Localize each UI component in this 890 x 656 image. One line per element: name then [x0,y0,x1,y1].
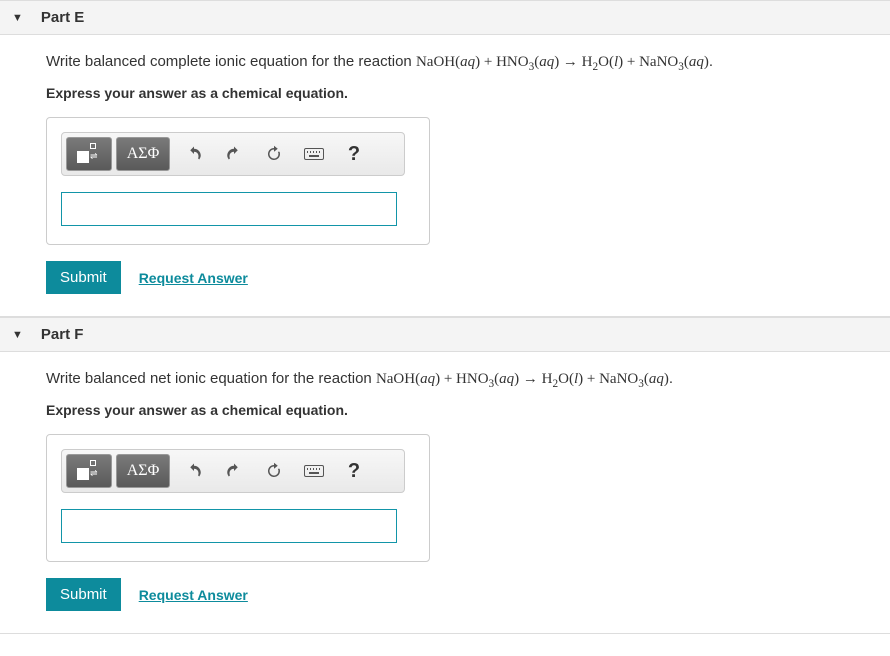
prompt-suffix: . [669,370,673,387]
part-e-title: Part E [41,9,84,26]
answer-input[interactable] [61,192,397,226]
prompt-suffix: . [709,53,713,70]
part-f: ▼ Part F Write balanced net ionic equati… [0,317,890,634]
keyboard-icon [304,148,324,160]
part-f-title: Part F [41,326,84,343]
templates-button[interactable]: ⇌ [66,137,112,171]
request-answer-link[interactable]: Request Answer [139,587,248,603]
reaction-equation: NaOH(aq) + HNO3(aq) → H2O(l) + NaNO3(aq) [376,371,669,387]
reset-icon [265,462,283,480]
request-answer-link[interactable]: Request Answer [139,270,248,286]
submit-button[interactable]: Submit [46,578,121,611]
undo-icon [185,462,203,480]
keyboard-button[interactable] [294,137,334,171]
redo-button[interactable] [214,137,254,171]
caret-down-icon: ▼ [12,329,23,341]
formula-toolbar: ⇌ ΑΣΦ ? [61,449,405,493]
part-e-prompt: Write balanced complete ionic equation f… [46,53,844,73]
part-f-body: Write balanced net ionic equation for th… [0,352,890,633]
part-f-actions: Submit Request Answer [46,578,844,611]
prompt-prefix: Write balanced net ionic equation for th… [46,370,376,387]
reaction-equation: NaOH(aq) + HNO3(aq) → H2O(l) + NaNO3(aq) [416,54,709,70]
template-icon: ⇌ [77,462,101,480]
part-e-actions: Submit Request Answer [46,261,844,294]
keyboard-button[interactable] [294,454,334,488]
reset-button[interactable] [254,137,294,171]
undo-button[interactable] [174,454,214,488]
prompt-prefix: Write balanced complete ionic equation f… [46,53,416,70]
part-e: ▼ Part E Write balanced complete ionic e… [0,0,890,317]
reset-icon [265,145,283,163]
greek-symbols-button[interactable]: ΑΣΦ [116,454,170,488]
part-e-instruction: Express your answer as a chemical equati… [46,85,844,101]
part-e-header[interactable]: ▼ Part E [0,0,890,35]
part-f-instruction: Express your answer as a chemical equati… [46,402,844,418]
caret-down-icon: ▼ [12,12,23,24]
redo-icon [225,145,243,163]
greek-symbols-button[interactable]: ΑΣΦ [116,137,170,171]
help-button[interactable]: ? [334,137,374,171]
keyboard-icon [304,465,324,477]
reset-button[interactable] [254,454,294,488]
answer-input[interactable] [61,509,397,543]
redo-button[interactable] [214,454,254,488]
part-f-prompt: Write balanced net ionic equation for th… [46,370,844,390]
part-f-header[interactable]: ▼ Part F [0,317,890,352]
undo-button[interactable] [174,137,214,171]
part-e-body: Write balanced complete ionic equation f… [0,35,890,316]
answer-box: ⇌ ΑΣΦ ? [46,117,430,245]
templates-button[interactable]: ⇌ [66,454,112,488]
answer-box: ⇌ ΑΣΦ ? [46,434,430,562]
undo-icon [185,145,203,163]
submit-button[interactable]: Submit [46,261,121,294]
template-icon: ⇌ [77,145,101,163]
help-button[interactable]: ? [334,454,374,488]
redo-icon [225,462,243,480]
formula-toolbar: ⇌ ΑΣΦ ? [61,132,405,176]
